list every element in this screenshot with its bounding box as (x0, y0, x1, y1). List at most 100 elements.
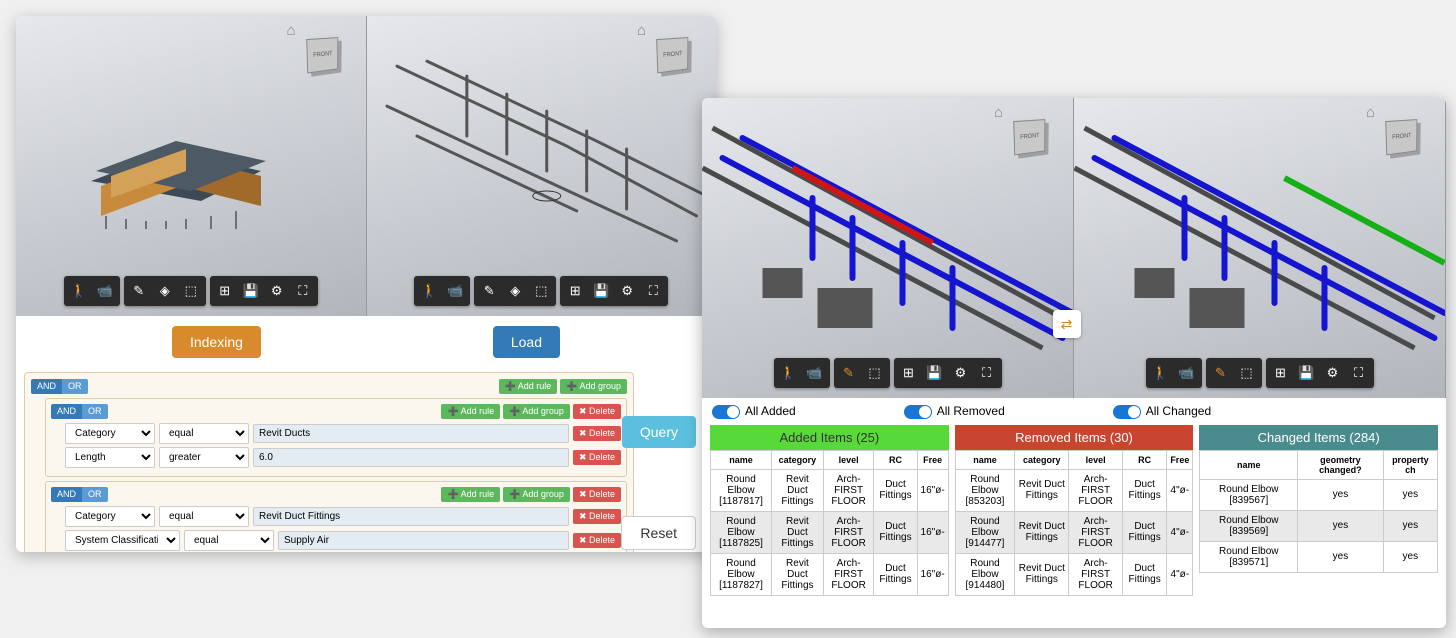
logic-toggle-g2[interactable]: AND OR (51, 487, 108, 502)
expand-icon[interactable]: ⛶ (1346, 360, 1372, 386)
value-input[interactable]: 6.0 (253, 448, 569, 467)
op-select[interactable]: equal (184, 530, 274, 551)
value-input[interactable]: Supply Air (278, 531, 569, 550)
edit-icon[interactable]: ✎ (126, 278, 152, 304)
table-row[interactable]: Round Elbow [839567]yesyes (1200, 479, 1438, 510)
viewer-right-ducts[interactable]: ⌂ FRONT 🚶📹 ✎◈⬚ ⊞💾⚙⛶ (367, 16, 717, 316)
rule-row: Category equal Revit Ducts ✖ Delete (65, 423, 621, 444)
gear-icon[interactable]: ⚙ (264, 278, 290, 304)
table-row[interactable]: Round Elbow [914477]Revit Duct FittingsA… (955, 511, 1193, 553)
op-select[interactable]: greater (159, 447, 249, 468)
tree-icon[interactable]: ⊞ (1268, 360, 1294, 386)
action-row: Indexing Load (16, 316, 716, 368)
delete-rule-button[interactable]: ✖ Delete (573, 426, 621, 441)
save-icon[interactable]: 💾 (922, 360, 948, 386)
viewer-left-building[interactable]: ⌂ FRONT 🚶📹 ✎◈⬚ ⊞💾⚙⛶ (16, 16, 367, 316)
toggle-all-removed[interactable]: All Removed (904, 404, 1005, 419)
delete-rule-button[interactable]: ✖ Delete (573, 509, 621, 524)
field-select[interactable]: Category (65, 423, 155, 444)
value-input[interactable]: Revit Ducts (253, 424, 569, 443)
camera-icon[interactable]: 📹 (92, 278, 118, 304)
layers-icon[interactable]: ◈ (502, 278, 528, 304)
table-row[interactable]: Round Elbow [839571]yesyes (1200, 541, 1438, 572)
toggle-all-changed[interactable]: All Changed (1113, 404, 1211, 419)
edit-icon[interactable]: ✎ (1208, 360, 1234, 386)
front-panel: ⌂ FRONT 🚶📹 ✎⬚ ⊞💾⚙⛶ ⌂ FRONT (702, 98, 1446, 628)
reset-button[interactable]: Reset (621, 516, 696, 550)
field-select[interactable]: System Classification (65, 530, 180, 551)
viewer-diff-left[interactable]: ⌂ FRONT 🚶📹 ✎⬚ ⊞💾⚙⛶ (702, 98, 1074, 398)
field-select[interactable]: Length (65, 447, 155, 468)
walk-icon[interactable]: 🚶 (776, 360, 802, 386)
sync-icon[interactable]: ⇄ (1053, 310, 1081, 338)
query-button[interactable]: Query (622, 416, 696, 448)
and-button[interactable]: AND (31, 379, 62, 394)
cube-icon[interactable]: ⬚ (528, 278, 554, 304)
walk-icon[interactable]: 🚶 (1148, 360, 1174, 386)
delete-rule-button[interactable]: ✖ Delete (573, 450, 621, 465)
viewer-toolbar-right: 🚶📹 ✎◈⬚ ⊞💾⚙⛶ (414, 276, 668, 306)
or-button[interactable]: OR (62, 379, 88, 394)
rule-group-1: AND OR ➕ Add rule ➕ Add group ✖ Delete C… (45, 398, 627, 477)
op-select[interactable]: equal (159, 506, 249, 527)
camera-icon[interactable]: 📹 (1174, 360, 1200, 386)
viewcube-left[interactable]: FRONT (306, 38, 356, 88)
edit-icon[interactable]: ✎ (476, 278, 502, 304)
table-row[interactable]: Round Elbow [839569]yesyes (1200, 510, 1438, 541)
cube-icon[interactable]: ⬚ (1234, 360, 1260, 386)
rule-row: System Classification equal Supply Air ✖… (65, 530, 621, 551)
building-model (71, 101, 311, 231)
add-rule-button[interactable]: ➕ Add rule (499, 379, 558, 394)
tree-icon[interactable]: ⊞ (896, 360, 922, 386)
edit-icon[interactable]: ✎ (836, 360, 862, 386)
expand-icon[interactable]: ⛶ (974, 360, 1000, 386)
camera-icon[interactable]: 📹 (802, 360, 828, 386)
col-category[interactable]: category (772, 450, 824, 469)
walk-icon[interactable]: 🚶 (66, 278, 92, 304)
gear-icon[interactable]: ⚙ (1320, 360, 1346, 386)
home-icon[interactable]: ⌂ (286, 22, 295, 39)
ducts-colored-left (702, 98, 1073, 398)
col-level[interactable]: level (823, 450, 874, 469)
gear-icon[interactable]: ⚙ (948, 360, 974, 386)
save-icon[interactable]: 💾 (238, 278, 264, 304)
logic-toggle-root[interactable]: AND OR (31, 379, 88, 394)
add-group-button[interactable]: ➕ Add group (560, 379, 627, 394)
value-input[interactable]: Revit Duct Fittings (253, 507, 569, 526)
toggle-all-added[interactable]: All Added (712, 404, 796, 419)
gear-icon[interactable]: ⚙ (614, 278, 640, 304)
save-icon[interactable]: 💾 (1294, 360, 1320, 386)
walk-icon[interactable]: 🚶 (416, 278, 442, 304)
changed-table: Changed Items (284) name geometry change… (1199, 425, 1438, 596)
tree-icon[interactable]: ⊞ (212, 278, 238, 304)
table-row[interactable]: Round Elbow [1187817]Revit Duct Fittings… (711, 469, 949, 511)
removed-table: Removed Items (30) name category level R… (955, 425, 1194, 596)
col-free[interactable]: Free (917, 450, 948, 469)
col-name[interactable]: name (711, 450, 772, 469)
delete-rule-button[interactable]: ✖ Delete (573, 533, 621, 548)
load-button[interactable]: Load (493, 326, 560, 358)
ducts-colored-right (1074, 98, 1445, 398)
cube-icon[interactable]: ⬚ (178, 278, 204, 304)
table-row[interactable]: Round Elbow [1187827]Revit Duct Fittings… (711, 553, 949, 595)
tree-icon[interactable]: ⊞ (562, 278, 588, 304)
changed-header: Changed Items (284) (1199, 425, 1438, 450)
cube-icon[interactable]: ⬚ (862, 360, 888, 386)
camera-icon[interactable]: 📹 (442, 278, 468, 304)
table-row[interactable]: Round Elbow [853203]Revit Duct FittingsA… (955, 469, 1193, 511)
field-select[interactable]: Category (65, 506, 155, 527)
viewer-row-front: ⌂ FRONT 🚶📹 ✎⬚ ⊞💾⚙⛶ ⌂ FRONT (702, 98, 1446, 398)
expand-icon[interactable]: ⛶ (640, 278, 666, 304)
col-rc[interactable]: RC (874, 450, 917, 469)
op-select[interactable]: equal (159, 423, 249, 444)
table-row[interactable]: Round Elbow [1187825]Revit Duct Fittings… (711, 511, 949, 553)
viewer-row-back: ⌂ FRONT 🚶📹 ✎◈⬚ ⊞💾⚙⛶ (16, 16, 716, 316)
viewer-diff-right[interactable]: ⌂ FRONT 🚶📹 ✎⬚ ⊞💾⚙⛶ (1074, 98, 1446, 398)
table-row[interactable]: Round Elbow [914480]Revit Duct FittingsA… (955, 553, 1193, 595)
indexing-button[interactable]: Indexing (172, 326, 261, 358)
layers-icon[interactable]: ◈ (152, 278, 178, 304)
expand-icon[interactable]: ⛶ (290, 278, 316, 304)
rule-row: Category equal Revit Duct Fittings ✖ Del… (65, 506, 621, 527)
logic-toggle-g1[interactable]: AND OR (51, 404, 108, 419)
save-icon[interactable]: 💾 (588, 278, 614, 304)
